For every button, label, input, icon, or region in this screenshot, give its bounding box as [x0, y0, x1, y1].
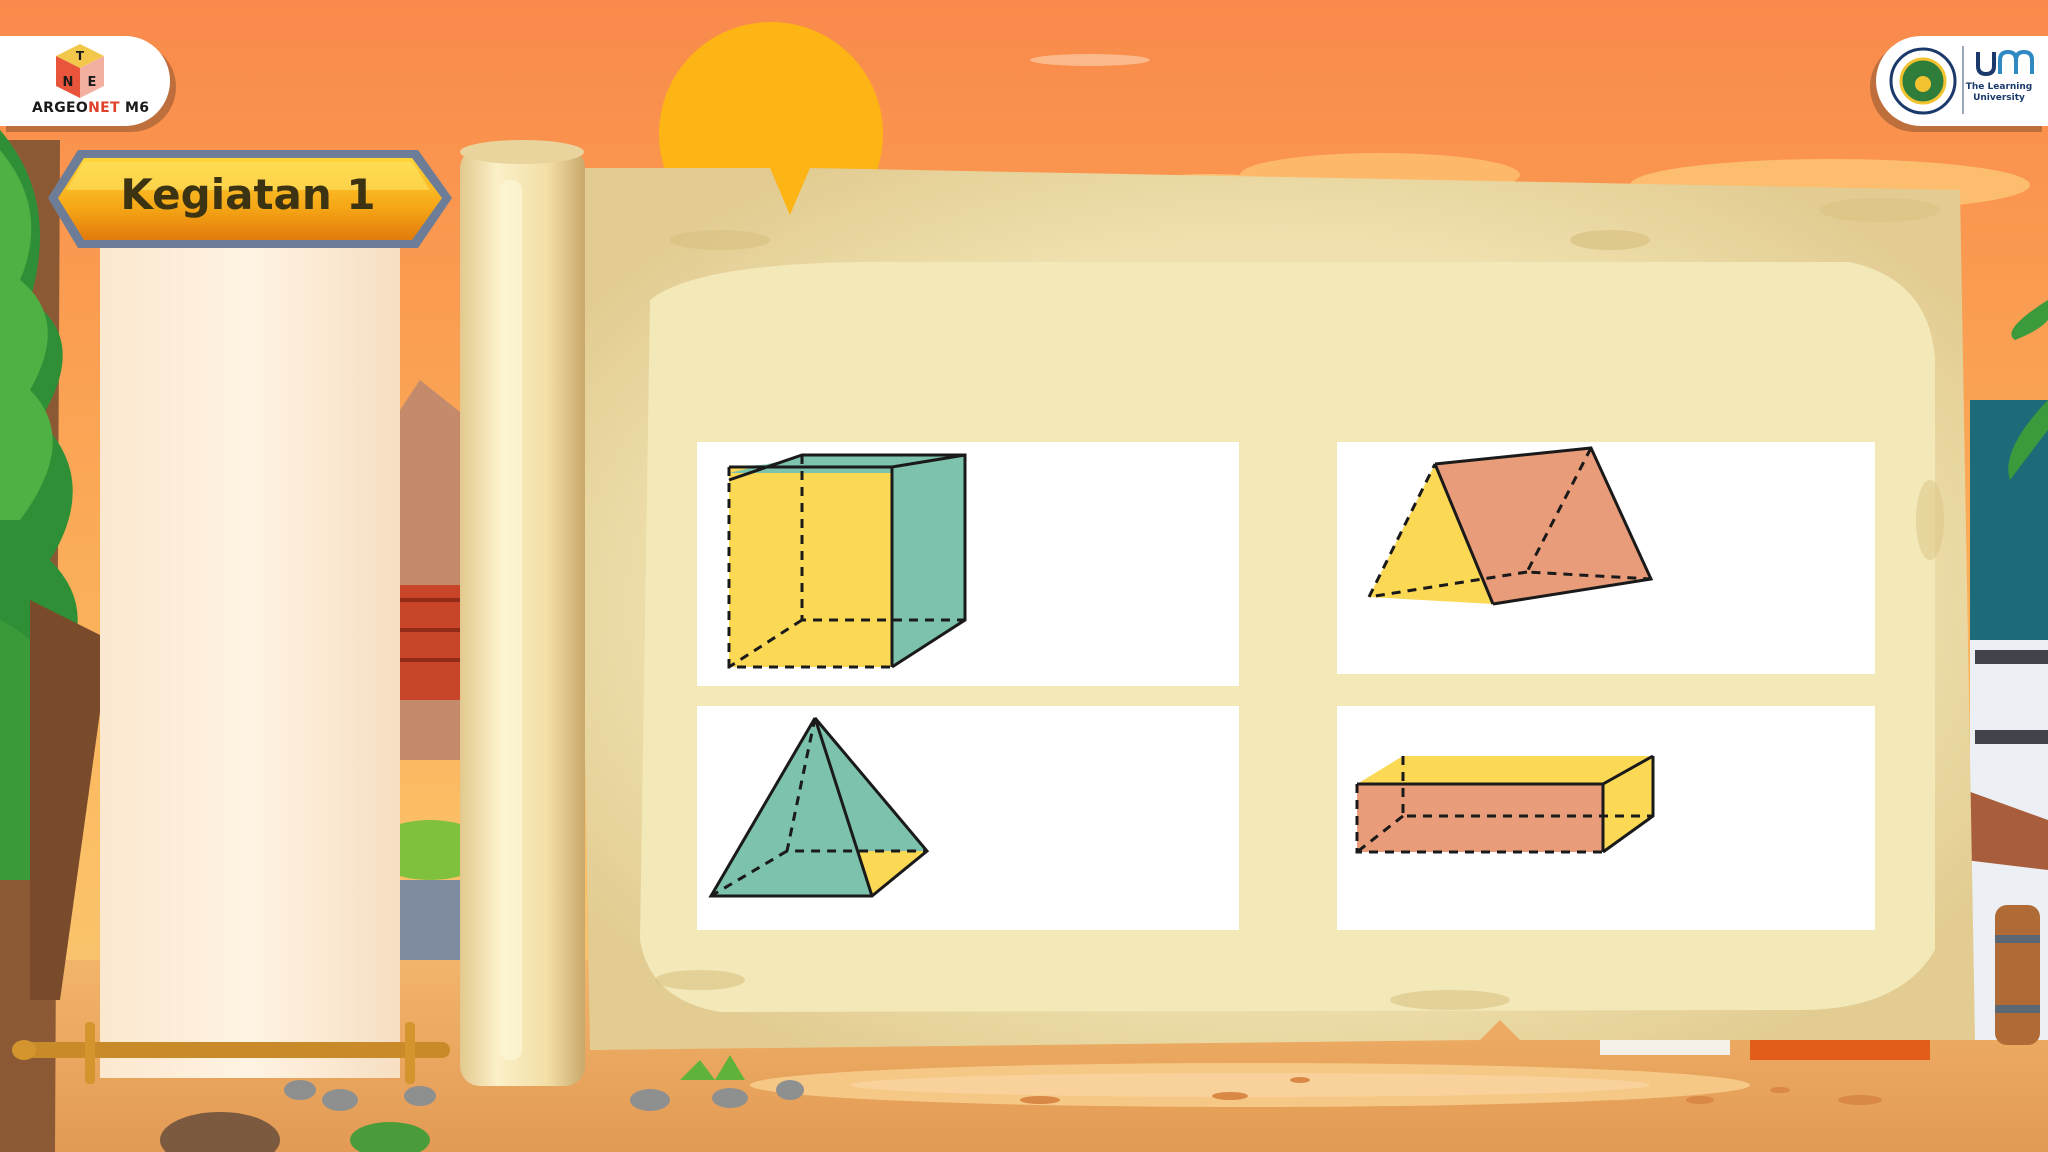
university-tagline: The Learning University: [1964, 82, 2034, 104]
um-wordmark-icon: [1976, 49, 2034, 77]
university-tagline-line2: University: [1973, 93, 2025, 103]
shape-card-triangular-prism[interactable]: [1337, 442, 1875, 674]
app-logo-text: ARGEONET M6: [32, 100, 149, 116]
logo-text-main: ARGEO: [32, 100, 89, 116]
rectangular-prism-icon: [1355, 754, 1655, 854]
logo-letter-n: N: [63, 75, 74, 90]
triangular-prism-icon: [1367, 446, 1654, 606]
logo-text-suffix: M6: [119, 100, 150, 116]
logo-text-accent: NET: [88, 100, 120, 116]
cube-icon: [727, 453, 967, 669]
shape-card-square-pyramid[interactable]: [697, 706, 1239, 930]
logo-letter-t: T: [76, 49, 85, 63]
university-tagline-line1: The Learning: [1965, 82, 2033, 92]
shape-card-cube[interactable]: [697, 442, 1239, 686]
square-pyramid-icon: [708, 717, 930, 898]
cube-logo-icon: T N E: [56, 44, 104, 98]
activity-title: Kegiatan 1: [120, 170, 376, 219]
university-seal-icon: [1889, 47, 1957, 115]
university-logo-badge: [1876, 36, 2048, 126]
logo-letter-e: E: [88, 75, 97, 90]
shape-card-rectangular-prism[interactable]: [1337, 706, 1875, 930]
